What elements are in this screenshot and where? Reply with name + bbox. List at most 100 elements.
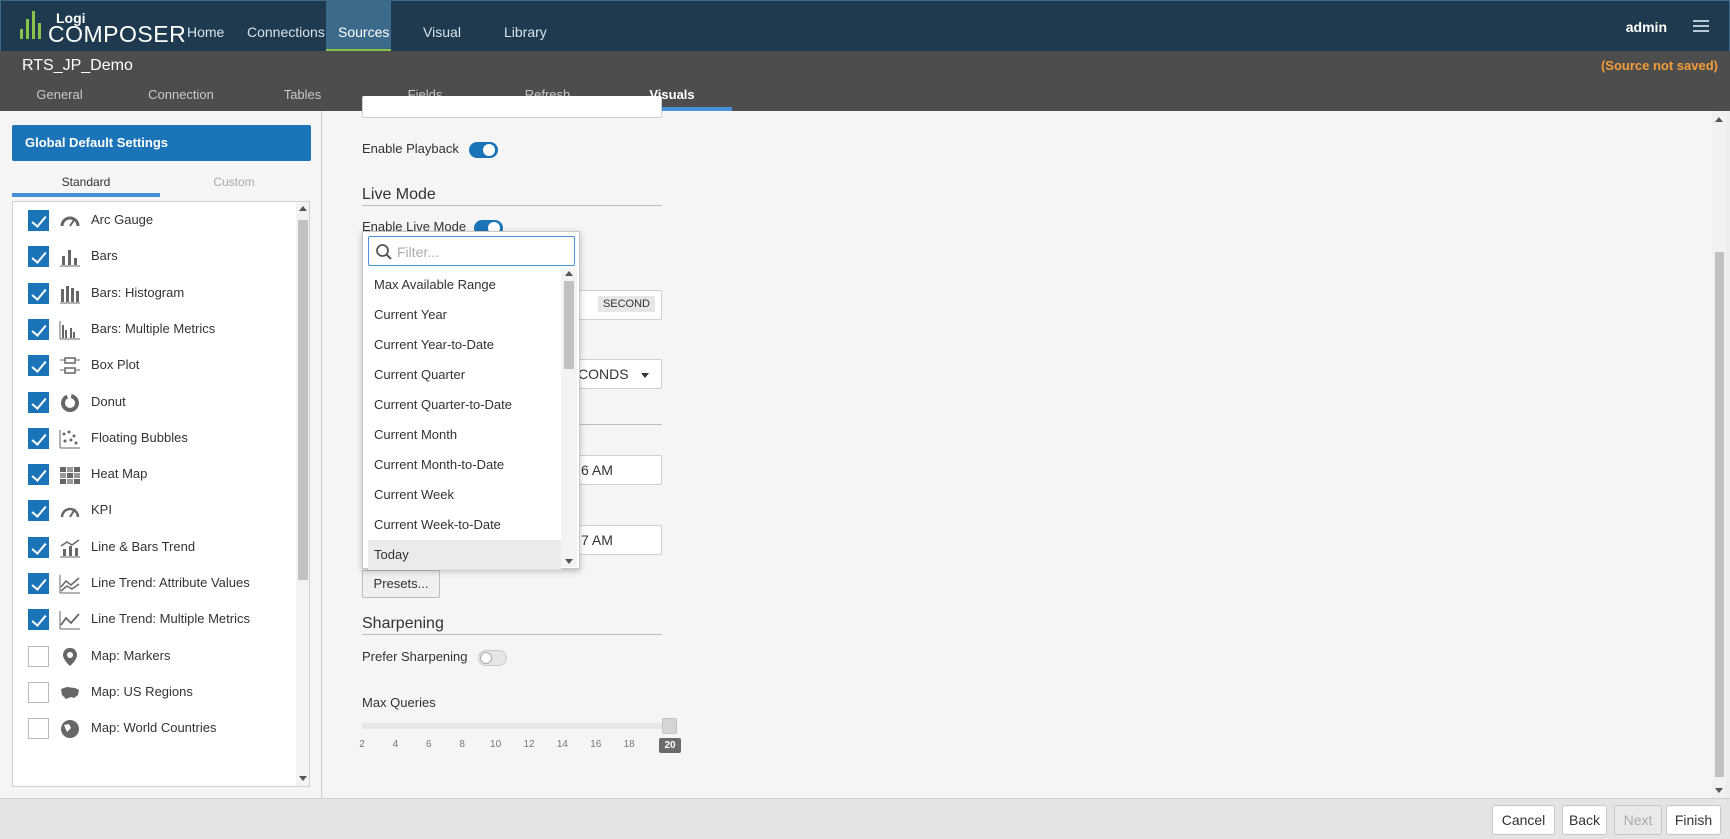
dropdown-option[interactable]: Current Quarter-to-Date [368, 390, 561, 420]
dropdown-option[interactable]: Current Week-to-Date [368, 510, 561, 540]
dropdown-option[interactable]: Max Available Range [368, 270, 561, 300]
dropdown-option[interactable]: Current Year-to-Date [368, 330, 561, 360]
nav-visual-gallery[interactable]: Visual Gallery [392, 1, 492, 102]
visual-type-item[interactable]: KPI [13, 492, 293, 532]
visual-type-checkbox[interactable] [28, 645, 49, 667]
logo-bars-icon [20, 11, 41, 39]
visual-type-checkbox[interactable] [28, 391, 49, 413]
nav-connections[interactable]: Connections [235, 1, 325, 52]
visual-type-item[interactable]: Line & Bars Trend [13, 529, 293, 569]
visual-type-item[interactable]: Bars [13, 238, 293, 278]
dropdown-option[interactable]: Current Week [368, 480, 561, 510]
global-default-settings-button[interactable]: Global Default Settings [12, 125, 311, 161]
live-mode-title: Live Mode [362, 186, 436, 203]
tab-connection[interactable]: Connection [130, 85, 232, 111]
dropdown-option[interactable]: Current Month [368, 420, 561, 450]
visual-type-checkbox[interactable] [28, 609, 49, 631]
visual-type-label: Floating Bubbles [91, 429, 188, 445]
visual-type-checkbox[interactable] [28, 464, 49, 486]
logi-composer-logo[interactable]: Logi COMPOSER [18, 7, 186, 47]
line-bars-icon [60, 539, 80, 558]
visual-type-label: Line Trend: Attribute Values [91, 575, 250, 590]
enable-playback-label: Enable Playback [362, 141, 459, 156]
next-button[interactable]: Next [1614, 805, 1662, 835]
visual-type-item[interactable]: Line Trend: Attribute Values [13, 565, 293, 605]
slider-tick-label: 12 [523, 739, 535, 750]
visual-type-item[interactable]: Map: World Countries [13, 710, 293, 750]
filter-field[interactable] [368, 236, 575, 266]
visual-type-item[interactable]: Bars: Multiple Metrics [13, 311, 293, 351]
visual-type-item[interactable]: Arc Gauge [13, 202, 293, 242]
slider-tick-label: 2 [359, 739, 365, 750]
list-scroll-thumb[interactable] [298, 220, 308, 580]
visual-type-checkbox[interactable] [28, 210, 49, 231]
visual-type-checkbox[interactable] [28, 536, 49, 558]
max-queries-value: 20 [659, 738, 681, 753]
visual-type-checkbox[interactable] [28, 500, 49, 522]
visual-type-item[interactable]: Map: US Regions [13, 674, 293, 714]
bars-icon [60, 250, 80, 267]
visual-type-checkbox[interactable] [28, 282, 49, 304]
max-queries-slider-handle[interactable] [662, 718, 677, 734]
visual-type-label: Donut [91, 393, 126, 409]
visual-type-checkbox[interactable] [28, 718, 49, 740]
back-button[interactable]: Back [1562, 805, 1607, 835]
filter-input[interactable] [397, 242, 567, 262]
visual-type-list: Arc Gauge Bars Bars: Histogram Bars: Multip… [12, 201, 310, 787]
dropdown-option[interactable]: Current Month-to-Date [368, 450, 561, 480]
visual-type-item[interactable]: Heat Map [13, 456, 293, 496]
prefer-sharpening-toggle[interactable] [478, 650, 507, 666]
visual-type-label: Line Trend: Multiple Metrics [91, 611, 250, 627]
nav-library[interactable]: Library [492, 1, 552, 52]
logo-text-composer: COMPOSER [48, 21, 187, 47]
visual-type-item[interactable]: Map: Markers [13, 638, 293, 678]
end-time-value: 7 AM [581, 532, 613, 548]
top-navbar: Logi COMPOSER Home Connections Sources V… [0, 0, 1730, 102]
enable-playback-toggle[interactable] [469, 142, 498, 158]
tab-tables[interactable]: Tables [265, 85, 340, 111]
visual-type-item[interactable]: Line Trend: Multiple Metrics [13, 601, 293, 641]
hamburger-menu-icon[interactable] [1693, 20, 1709, 32]
visual-type-label: Bars [91, 248, 118, 264]
nav-home[interactable]: Home [175, 1, 235, 52]
visual-type-item[interactable]: Bars: Histogram [13, 275, 293, 315]
tab-standard[interactable]: Standard [12, 175, 160, 197]
visual-type-item[interactable]: Floating Bubbles [13, 420, 293, 460]
dropdown-option[interactable]: Current Quarter [368, 360, 561, 390]
visual-type-checkbox[interactable] [28, 573, 49, 594]
nav-sources[interactable]: Sources [326, 1, 391, 52]
visual-type-checkbox[interactable] [28, 427, 49, 449]
live-mode-divider [362, 205, 662, 206]
visual-type-label: Box Plot [91, 357, 140, 373]
presets-button[interactable]: Presets... [362, 570, 440, 598]
histogram-icon [60, 285, 80, 304]
search-icon [376, 244, 392, 260]
time-range-dropdown: Max Available RangeCurrent YearCurrent Y… [362, 231, 580, 570]
max-queries-slider[interactable] [362, 723, 670, 729]
tab-custom[interactable]: Custom [160, 175, 308, 197]
visual-type-label: Bars: Histogram [91, 284, 185, 300]
main-scroll-thumb[interactable] [1715, 252, 1724, 777]
visual-type-checkbox[interactable] [28, 681, 49, 703]
visual-type-checkbox[interactable] [28, 355, 49, 377]
prefer-sharpening-label: Prefer Sharpening [362, 649, 468, 664]
finish-button[interactable]: Finish [1666, 805, 1721, 835]
dropdown-option[interactable]: Current Year [368, 300, 561, 330]
dropdown-scrollbar[interactable] [561, 269, 577, 567]
unit-select-value: CONDS [578, 366, 629, 382]
user-menu[interactable]: admin [1626, 19, 1667, 35]
visual-type-item[interactable]: Box Plot [13, 347, 293, 387]
main-scrollbar[interactable] [1712, 111, 1726, 798]
slider-tick-label: 14 [556, 739, 568, 750]
dropdown-option[interactable]: Today [368, 540, 561, 570]
timeframe-field-partial[interactable] [362, 96, 662, 118]
box-plot-icon [60, 357, 80, 374]
visual-type-checkbox[interactable] [28, 318, 49, 340]
list-scrollbar[interactable] [296, 202, 309, 786]
visual-type-item[interactable]: Donut [13, 384, 293, 424]
cancel-button[interactable]: Cancel [1492, 805, 1555, 835]
bubbles-icon [59, 429, 80, 449]
tab-general[interactable]: General [22, 85, 97, 111]
dropdown-scroll-thumb[interactable] [564, 281, 574, 369]
visual-type-checkbox[interactable] [28, 246, 49, 268]
